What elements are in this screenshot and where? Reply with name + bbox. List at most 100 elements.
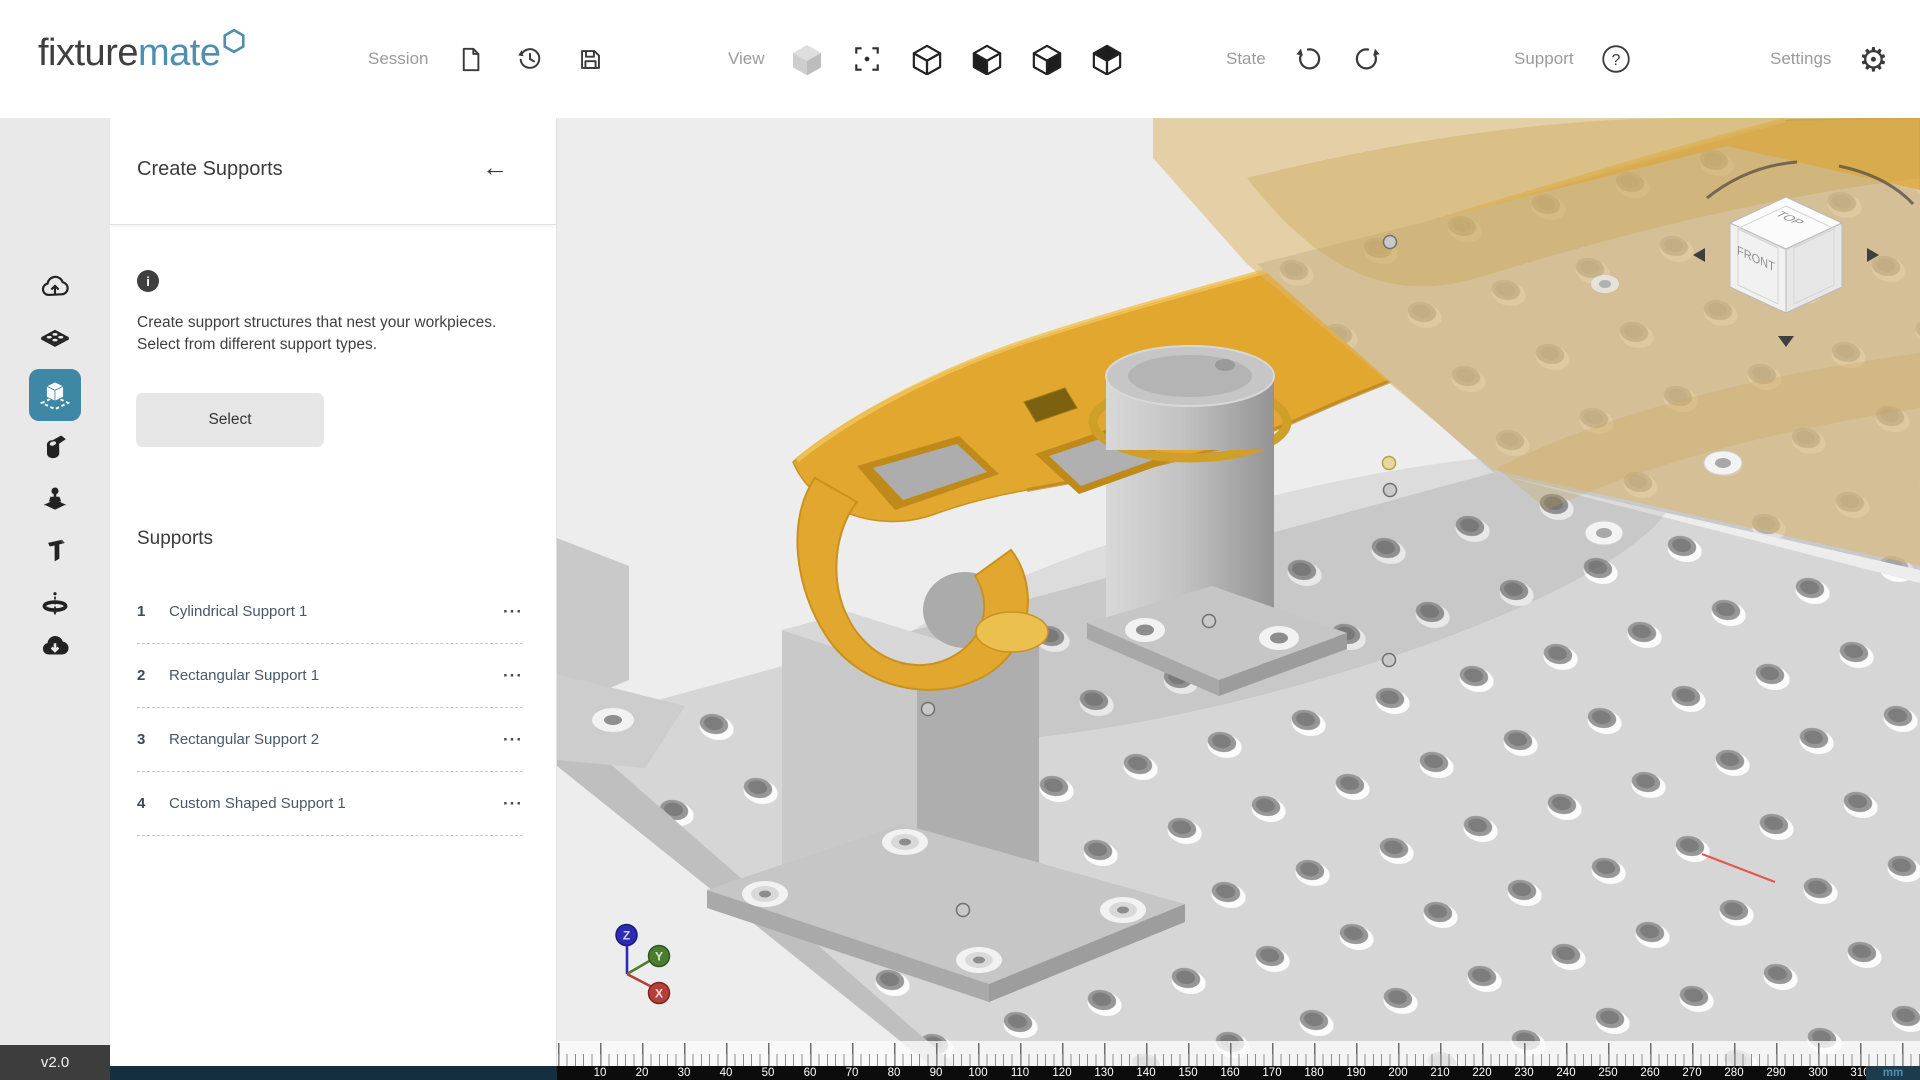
support-row-3[interactable]: 3 Rectangular Support 2 ··· xyxy=(137,708,523,772)
baseplate-icon xyxy=(39,326,71,358)
rail-item-lattice[interactable] xyxy=(39,589,71,621)
panel-bottom-statusbar xyxy=(110,1066,557,1080)
session-group: Session xyxy=(368,0,608,118)
create-supports-icon xyxy=(38,378,72,412)
shaded-cube-icon xyxy=(790,42,824,76)
ruler-tick-label: 30 xyxy=(678,1066,691,1080)
ruler-tick-label: 40 xyxy=(720,1066,733,1080)
ruler-tick-label: 130 xyxy=(1094,1066,1113,1080)
fit-view-button[interactable] xyxy=(849,41,885,77)
save-icon xyxy=(577,46,604,73)
row-menu-ellipsis-icon[interactable]: ··· xyxy=(493,666,523,686)
brand-logo: fixturemate xyxy=(38,32,246,75)
panel-header: Create Supports ← xyxy=(110,118,556,225)
label-tool-icon xyxy=(39,536,71,568)
state-label: State xyxy=(1226,49,1266,69)
settings-button[interactable]: ⚙ xyxy=(1855,41,1891,77)
undo-icon xyxy=(1293,44,1323,74)
undo-button[interactable] xyxy=(1290,41,1326,77)
cloud-upload-icon xyxy=(39,272,71,304)
left-view-button[interactable] xyxy=(969,41,1005,77)
cube-top-face-icon xyxy=(1091,43,1123,75)
state-group: State xyxy=(1226,0,1386,118)
new-file-icon xyxy=(457,46,484,73)
support-label: Support xyxy=(1514,49,1574,69)
cube-right-face-icon xyxy=(1031,43,1063,75)
ruler-tick-label: 250 xyxy=(1598,1066,1617,1080)
support-index: 2 xyxy=(137,667,169,684)
shaded-view-button[interactable] xyxy=(789,41,825,77)
redo-button[interactable] xyxy=(1350,41,1386,77)
ruler-tick-label: 210 xyxy=(1430,1066,1449,1080)
rail-item-probe-support[interactable] xyxy=(39,484,71,516)
ruler-tick-label: 190 xyxy=(1346,1066,1365,1080)
ruler-tick-label: 120 xyxy=(1052,1066,1071,1080)
ruler-tick-label: 50 xyxy=(762,1066,775,1080)
axis-y-label: Y xyxy=(655,950,663,964)
ruler-tick-label: 260 xyxy=(1640,1066,1659,1080)
panel-info-text: Create support structures that nest your… xyxy=(137,312,533,356)
rail-item-upload-model[interactable] xyxy=(39,272,71,304)
ruler-tick-label: 290 xyxy=(1766,1066,1785,1080)
row-menu-ellipsis-icon[interactable]: ··· xyxy=(493,730,523,750)
rail-item-create-supports[interactable] xyxy=(29,369,81,421)
brand-hexagon-icon xyxy=(222,28,246,54)
new-session-button[interactable] xyxy=(452,41,488,77)
right-view-button[interactable] xyxy=(1029,41,1065,77)
cloud-download-icon xyxy=(39,631,71,663)
brand-fixture: fixture xyxy=(38,32,138,75)
nest-pocket-icon xyxy=(39,432,71,464)
support-group: Support ? xyxy=(1514,0,1634,118)
panel-title: Create Supports xyxy=(137,158,283,181)
row-menu-ellipsis-icon[interactable]: ··· xyxy=(493,602,523,622)
cube-left-face-icon xyxy=(971,43,1003,75)
svg-text:?: ? xyxy=(1611,52,1620,69)
axis-z-label: Z xyxy=(623,929,630,943)
support-row-4[interactable]: 4 Custom Shaped Support 1 ··· xyxy=(137,772,523,836)
ruler-tick-label: 300 xyxy=(1808,1066,1827,1080)
history-icon xyxy=(516,45,544,73)
session-history-button[interactable] xyxy=(512,41,548,77)
rail-item-baseplate[interactable] xyxy=(39,326,71,358)
help-button[interactable]: ? xyxy=(1598,41,1634,77)
gear-icon: ⚙ xyxy=(1859,43,1889,76)
row-menu-ellipsis-icon[interactable]: ··· xyxy=(493,794,523,814)
info-icon: i xyxy=(137,270,159,292)
supports-list: 1 Cylindrical Support 1 ··· 2 Rectangula… xyxy=(137,580,523,836)
select-button[interactable]: Select xyxy=(136,393,324,447)
lattice-icon xyxy=(39,589,71,621)
session-label: Session xyxy=(368,49,428,69)
ruler-tick-label: 160 xyxy=(1220,1066,1239,1080)
redo-icon xyxy=(1353,44,1383,74)
topbar: fixturemate Session xyxy=(0,0,1920,118)
version-label: v2.0 xyxy=(0,1045,110,1080)
fit-view-icon xyxy=(852,44,882,74)
top-view-button[interactable] xyxy=(1089,41,1125,77)
support-row-1[interactable]: 1 Cylindrical Support 1 ··· xyxy=(137,580,523,644)
ruler-tick-label: 20 xyxy=(636,1066,649,1080)
support-index: 3 xyxy=(137,731,169,748)
wireframe-view-button[interactable] xyxy=(909,41,945,77)
ruler-numbers: 1020304050607080901001101201301401501601… xyxy=(557,1066,1920,1080)
axis-x-label: X xyxy=(655,987,663,1001)
probe-support-icon xyxy=(39,484,71,516)
scene-support-cylinder-top[interactable] xyxy=(1093,346,1287,458)
ruler-tick-label: 270 xyxy=(1682,1066,1701,1080)
scene-canvas[interactable]: TOP FRONT Z Y X xyxy=(557,118,1920,1080)
wireframe-cube-icon xyxy=(911,43,943,75)
ruler-tick-label: 10 xyxy=(594,1066,607,1080)
ruler-tick-label: 220 xyxy=(1472,1066,1491,1080)
ruler-tick-label: 140 xyxy=(1136,1066,1155,1080)
support-label: Rectangular Support 1 xyxy=(169,667,493,684)
rail-item-nest-pocket[interactable] xyxy=(39,432,71,464)
ruler-minor-ticks xyxy=(557,1054,1920,1066)
back-arrow-button[interactable]: ← xyxy=(482,154,508,180)
ruler-tick-label: 60 xyxy=(804,1066,817,1080)
rail-item-download-export[interactable] xyxy=(39,631,71,663)
support-label: Rectangular Support 2 xyxy=(169,731,493,748)
viewport-3d[interactable]: TOP FRONT Z Y X 102 xyxy=(557,118,1920,1080)
support-row-2[interactable]: 2 Rectangular Support 1 ··· xyxy=(137,644,523,708)
rail-item-label-tool[interactable] xyxy=(39,536,71,568)
brand-mate: mate xyxy=(138,32,220,75)
save-session-button[interactable] xyxy=(572,41,608,77)
